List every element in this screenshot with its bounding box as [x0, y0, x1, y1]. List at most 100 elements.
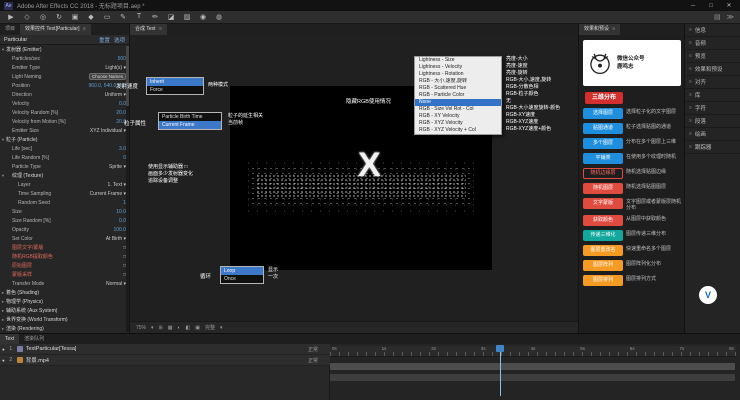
- dropdown-item[interactable]: RGB - XYZ Velocity + Col: [415, 127, 501, 134]
- visibility-eye-icon[interactable]: ●: [2, 358, 5, 363]
- param-row[interactable]: Particles/sec 500: [0, 54, 129, 63]
- timeline-tab[interactable]: Text: [0, 334, 19, 344]
- param-row[interactable]: 随机RGB提取颜色 □: [0, 252, 129, 261]
- dropdown-item[interactable]: RGB - Particle Color: [415, 92, 501, 99]
- dropdown-item[interactable]: Lightness - Size: [415, 57, 501, 64]
- playhead-handle[interactable]: [496, 345, 504, 352]
- label-color-swatch[interactable]: [17, 357, 23, 363]
- viewer-option-icon[interactable]: ▣: [195, 325, 200, 331]
- tool-icon[interactable]: T: [134, 13, 144, 21]
- param-row[interactable]: Size Random [%] 0.0: [0, 216, 129, 225]
- tab-project[interactable]: 项目: [0, 24, 20, 35]
- tab-effects-presets[interactable]: 效果和预设 ≡: [579, 24, 620, 35]
- docked-panel-tab[interactable]: ≡ 库: [685, 89, 740, 102]
- dropdown-item[interactable]: Lightness - Velocity: [415, 64, 501, 71]
- param-row[interactable]: Velocity 0.0: [0, 99, 129, 108]
- resolution-select[interactable]: 完整: [205, 324, 215, 331]
- param-value[interactable]: 10.0: [116, 209, 126, 215]
- param-value[interactable]: 20.0: [116, 110, 126, 116]
- tool-icon[interactable]: ◉: [198, 13, 208, 21]
- param-value[interactable]: 500: [118, 56, 126, 62]
- layer-name[interactable]: TextParticular[Tessa]: [26, 346, 305, 352]
- tab-composition[interactable]: 合成 Text ≡: [130, 24, 167, 35]
- param-row[interactable]: Life Random [%] 0: [0, 153, 129, 162]
- param-value[interactable]: Current Frame ▾: [90, 191, 126, 197]
- time-ruler[interactable]: 0s1s2s3s4s5s6s7s8s: [330, 346, 736, 357]
- param-row[interactable]: Light Naming Choose Names: [0, 72, 129, 81]
- tool-icon[interactable]: ◍: [214, 13, 224, 21]
- viewer-option-icon[interactable]: ⊞: [159, 325, 163, 331]
- tool-icon[interactable]: ↻: [54, 13, 64, 21]
- param-row[interactable]: Set Color At Birth ▾: [0, 234, 129, 243]
- param-row[interactable]: 原始图层 □: [0, 261, 129, 270]
- blend-mode[interactable]: 正常: [308, 357, 328, 364]
- tool-icon[interactable]: ✏: [150, 13, 160, 21]
- tool-icon[interactable]: ▣: [70, 13, 80, 21]
- toolbar-menu-icon[interactable]: ▤: [714, 13, 721, 21]
- layer-name[interactable]: 背景.mp4: [26, 356, 305, 364]
- maximize-button[interactable]: □: [704, 3, 718, 9]
- minimize-button[interactable]: ─: [686, 3, 700, 9]
- param-value[interactable]: 0.0: [119, 101, 126, 107]
- param-row[interactable]: Random Seed 1: [0, 198, 129, 207]
- docked-panel-tab[interactable]: ≡ 字符: [685, 102, 740, 115]
- dropdown-item[interactable]: RGB - Size Vel Rot - Col: [415, 106, 501, 113]
- tool-icon[interactable]: ▨: [182, 13, 192, 21]
- param-value[interactable]: 100.0: [113, 227, 126, 233]
- resolution-chevron-icon[interactable]: ▾: [220, 325, 223, 331]
- param-row[interactable]: Velocity from Motion [%] 20.0: [0, 117, 129, 126]
- param-value[interactable]: Uniform ▾: [105, 92, 126, 98]
- param-row[interactable]: Velocity Random [%] 20.0: [0, 108, 129, 117]
- param-value[interactable]: At Birth ▾: [106, 236, 126, 242]
- param-row[interactable]: Opacity 100.0: [0, 225, 129, 234]
- param-row[interactable]: ▾ 纹理 (Texture): [0, 171, 129, 180]
- param-row[interactable]: ▸ 辅助系统 (Aux System): [0, 306, 129, 315]
- dropdown-item[interactable]: Lightness - Rotation: [415, 71, 501, 78]
- tool-icon[interactable]: ✎: [118, 13, 128, 21]
- param-value[interactable]: 1. Text ▾: [107, 182, 126, 188]
- viewer-option-icon[interactable]: ▦: [168, 325, 173, 331]
- param-row[interactable]: 蒙版采样 □: [0, 270, 129, 279]
- layer-row[interactable]: ● 2 背景.mp4 正常: [0, 355, 330, 366]
- param-row[interactable]: Size 10.0: [0, 207, 129, 216]
- layer-row[interactable]: ● 1 TextParticular[Tessa] 正常: [0, 344, 330, 355]
- dropdown-item[interactable]: RGB - XY Velocity: [415, 113, 501, 120]
- param-value[interactable]: 3.0: [119, 146, 126, 152]
- docked-panel-tab[interactable]: ≡ 段落: [685, 115, 740, 128]
- param-row[interactable]: Position 960.0, 540.0, 0.0: [0, 81, 129, 90]
- reset-link[interactable]: 重置: [99, 36, 110, 44]
- blend-mode[interactable]: 正常: [308, 346, 328, 353]
- param-row[interactable]: Emitter Type Light(s) ▾: [0, 63, 129, 72]
- tool-icon[interactable]: ▶: [6, 13, 16, 21]
- docked-panel-tab[interactable]: ≡ 信息: [685, 24, 740, 37]
- panel-menu-icon[interactable]: ≡: [612, 26, 615, 32]
- dropdown-item[interactable]: RGB - Scattered Hue: [415, 85, 501, 92]
- tool-icon[interactable]: ◎: [38, 13, 48, 21]
- param-row[interactable]: Transfer Mode Normal ▾: [0, 279, 129, 288]
- param-value[interactable]: Light(s) ▾: [105, 65, 126, 71]
- layer-duration-bar[interactable]: [330, 363, 735, 370]
- param-row[interactable]: ▸ 渲染 (Rendering): [0, 324, 129, 333]
- param-row[interactable]: Particle Type Sprite ▾: [0, 162, 129, 171]
- param-row[interactable]: ▾ 发射器 (Emitter): [0, 45, 129, 54]
- tool-icon[interactable]: ◪: [166, 13, 176, 21]
- param-row[interactable]: ▸ 世界变换 (World Transform): [0, 315, 129, 324]
- playhead-line[interactable]: [500, 346, 501, 396]
- close-button[interactable]: ✕: [722, 2, 736, 9]
- param-row[interactable]: Emitter Size XYZ Individual ▾: [0, 126, 129, 135]
- param-row[interactable]: 图层文字/蒙版 □: [0, 243, 129, 252]
- tool-icon[interactable]: ◇: [22, 13, 32, 21]
- param-row[interactable]: Layer 1. Text ▾: [0, 180, 129, 189]
- toolbar-menu-icon[interactable]: ≫: [727, 13, 734, 21]
- dropdown-item[interactable]: RGB - 大小,速度,旋转: [415, 78, 501, 85]
- param-row[interactable]: Time Sampling Current Frame ▾: [0, 189, 129, 198]
- viewer-option-icon[interactable]: ◧: [186, 325, 191, 331]
- tab-effect-controls[interactable]: 效果控件 Text[Particular] ≡: [20, 24, 91, 35]
- param-value[interactable]: XYZ Individual ▾: [90, 128, 126, 134]
- param-value[interactable]: Choose Names: [89, 73, 126, 80]
- panel-menu-icon[interactable]: ≡: [83, 26, 86, 32]
- param-row[interactable]: ▸ 着色 (Shading): [0, 288, 129, 297]
- tool-icon[interactable]: ◆: [86, 13, 96, 21]
- param-value[interactable]: Normal ▾: [106, 281, 126, 287]
- docked-panel-tab[interactable]: ≡ 预览: [685, 50, 740, 63]
